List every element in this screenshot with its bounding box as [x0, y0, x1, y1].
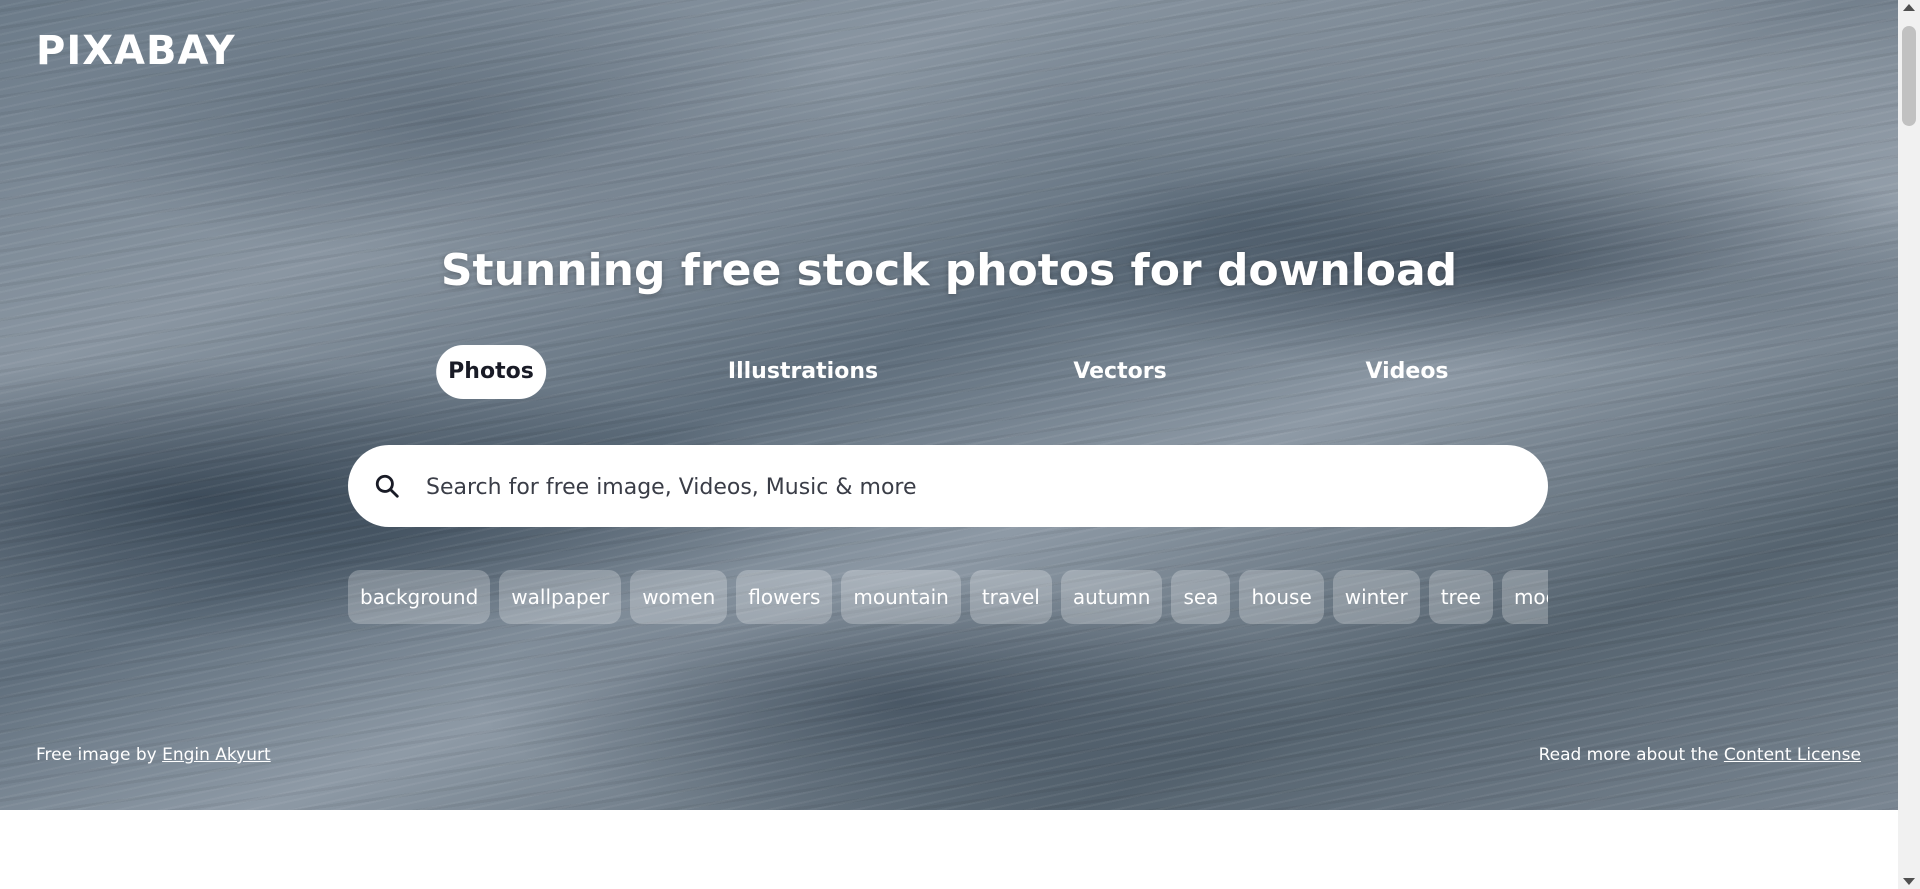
- tag-chip[interactable]: women: [630, 570, 728, 624]
- hero-banner: PIXABAY Stunning free stock photos for d…: [0, 0, 1898, 810]
- hero-headline: Stunning free stock photos for download: [440, 245, 1458, 296]
- tab-vectors[interactable]: Vectors: [1061, 345, 1178, 399]
- content-license-link[interactable]: Content License: [1724, 745, 1861, 765]
- scroll-up-arrow-icon[interactable]: [1903, 4, 1915, 11]
- license-note: Read more about the Content License: [1539, 745, 1861, 765]
- tag-chip[interactable]: flowers: [736, 570, 833, 624]
- tag-chip[interactable]: autumn: [1060, 570, 1163, 624]
- license-prefix: Read more about the: [1538, 745, 1724, 765]
- tab-illustrations[interactable]: Illustrations: [716, 345, 890, 399]
- tag-chip[interactable]: winter: [1332, 570, 1420, 624]
- tag-chip[interactable]: travel: [969, 570, 1052, 624]
- page-scrollbar[interactable]: [1898, 0, 1920, 889]
- credit-prefix: Free image by: [36, 745, 163, 765]
- scroll-down-arrow-icon[interactable]: [1903, 878, 1915, 885]
- tab-photos[interactable]: Photos: [436, 345, 546, 399]
- tag-chip[interactable]: mountain: [841, 570, 961, 624]
- tag-chip[interactable]: sea: [1171, 570, 1231, 624]
- tag-chip[interactable]: moon: [1501, 570, 1548, 624]
- pixabay-logo[interactable]: PIXABAY: [36, 28, 236, 74]
- hero-background-image: [0, 0, 1898, 810]
- tag-chip[interactable]: wallpaper: [499, 570, 622, 624]
- author-link[interactable]: Engin Akyurt: [162, 745, 271, 765]
- tab-videos[interactable]: Videos: [1353, 345, 1460, 399]
- search-bar: [348, 445, 1548, 529]
- tag-chip[interactable]: house: [1239, 570, 1324, 624]
- popular-tags: background wallpaper women flowers mountain t…: [348, 570, 1548, 624]
- search-icon[interactable]: [374, 473, 400, 499]
- tag-chip[interactable]: tree: [1428, 570, 1493, 624]
- image-credit: Free image by Engin Akyurt: [36, 745, 271, 765]
- tag-chip[interactable]: background: [348, 570, 491, 624]
- search-input[interactable]: [424, 445, 1528, 529]
- scrollbar-thumb[interactable]: [1902, 26, 1916, 126]
